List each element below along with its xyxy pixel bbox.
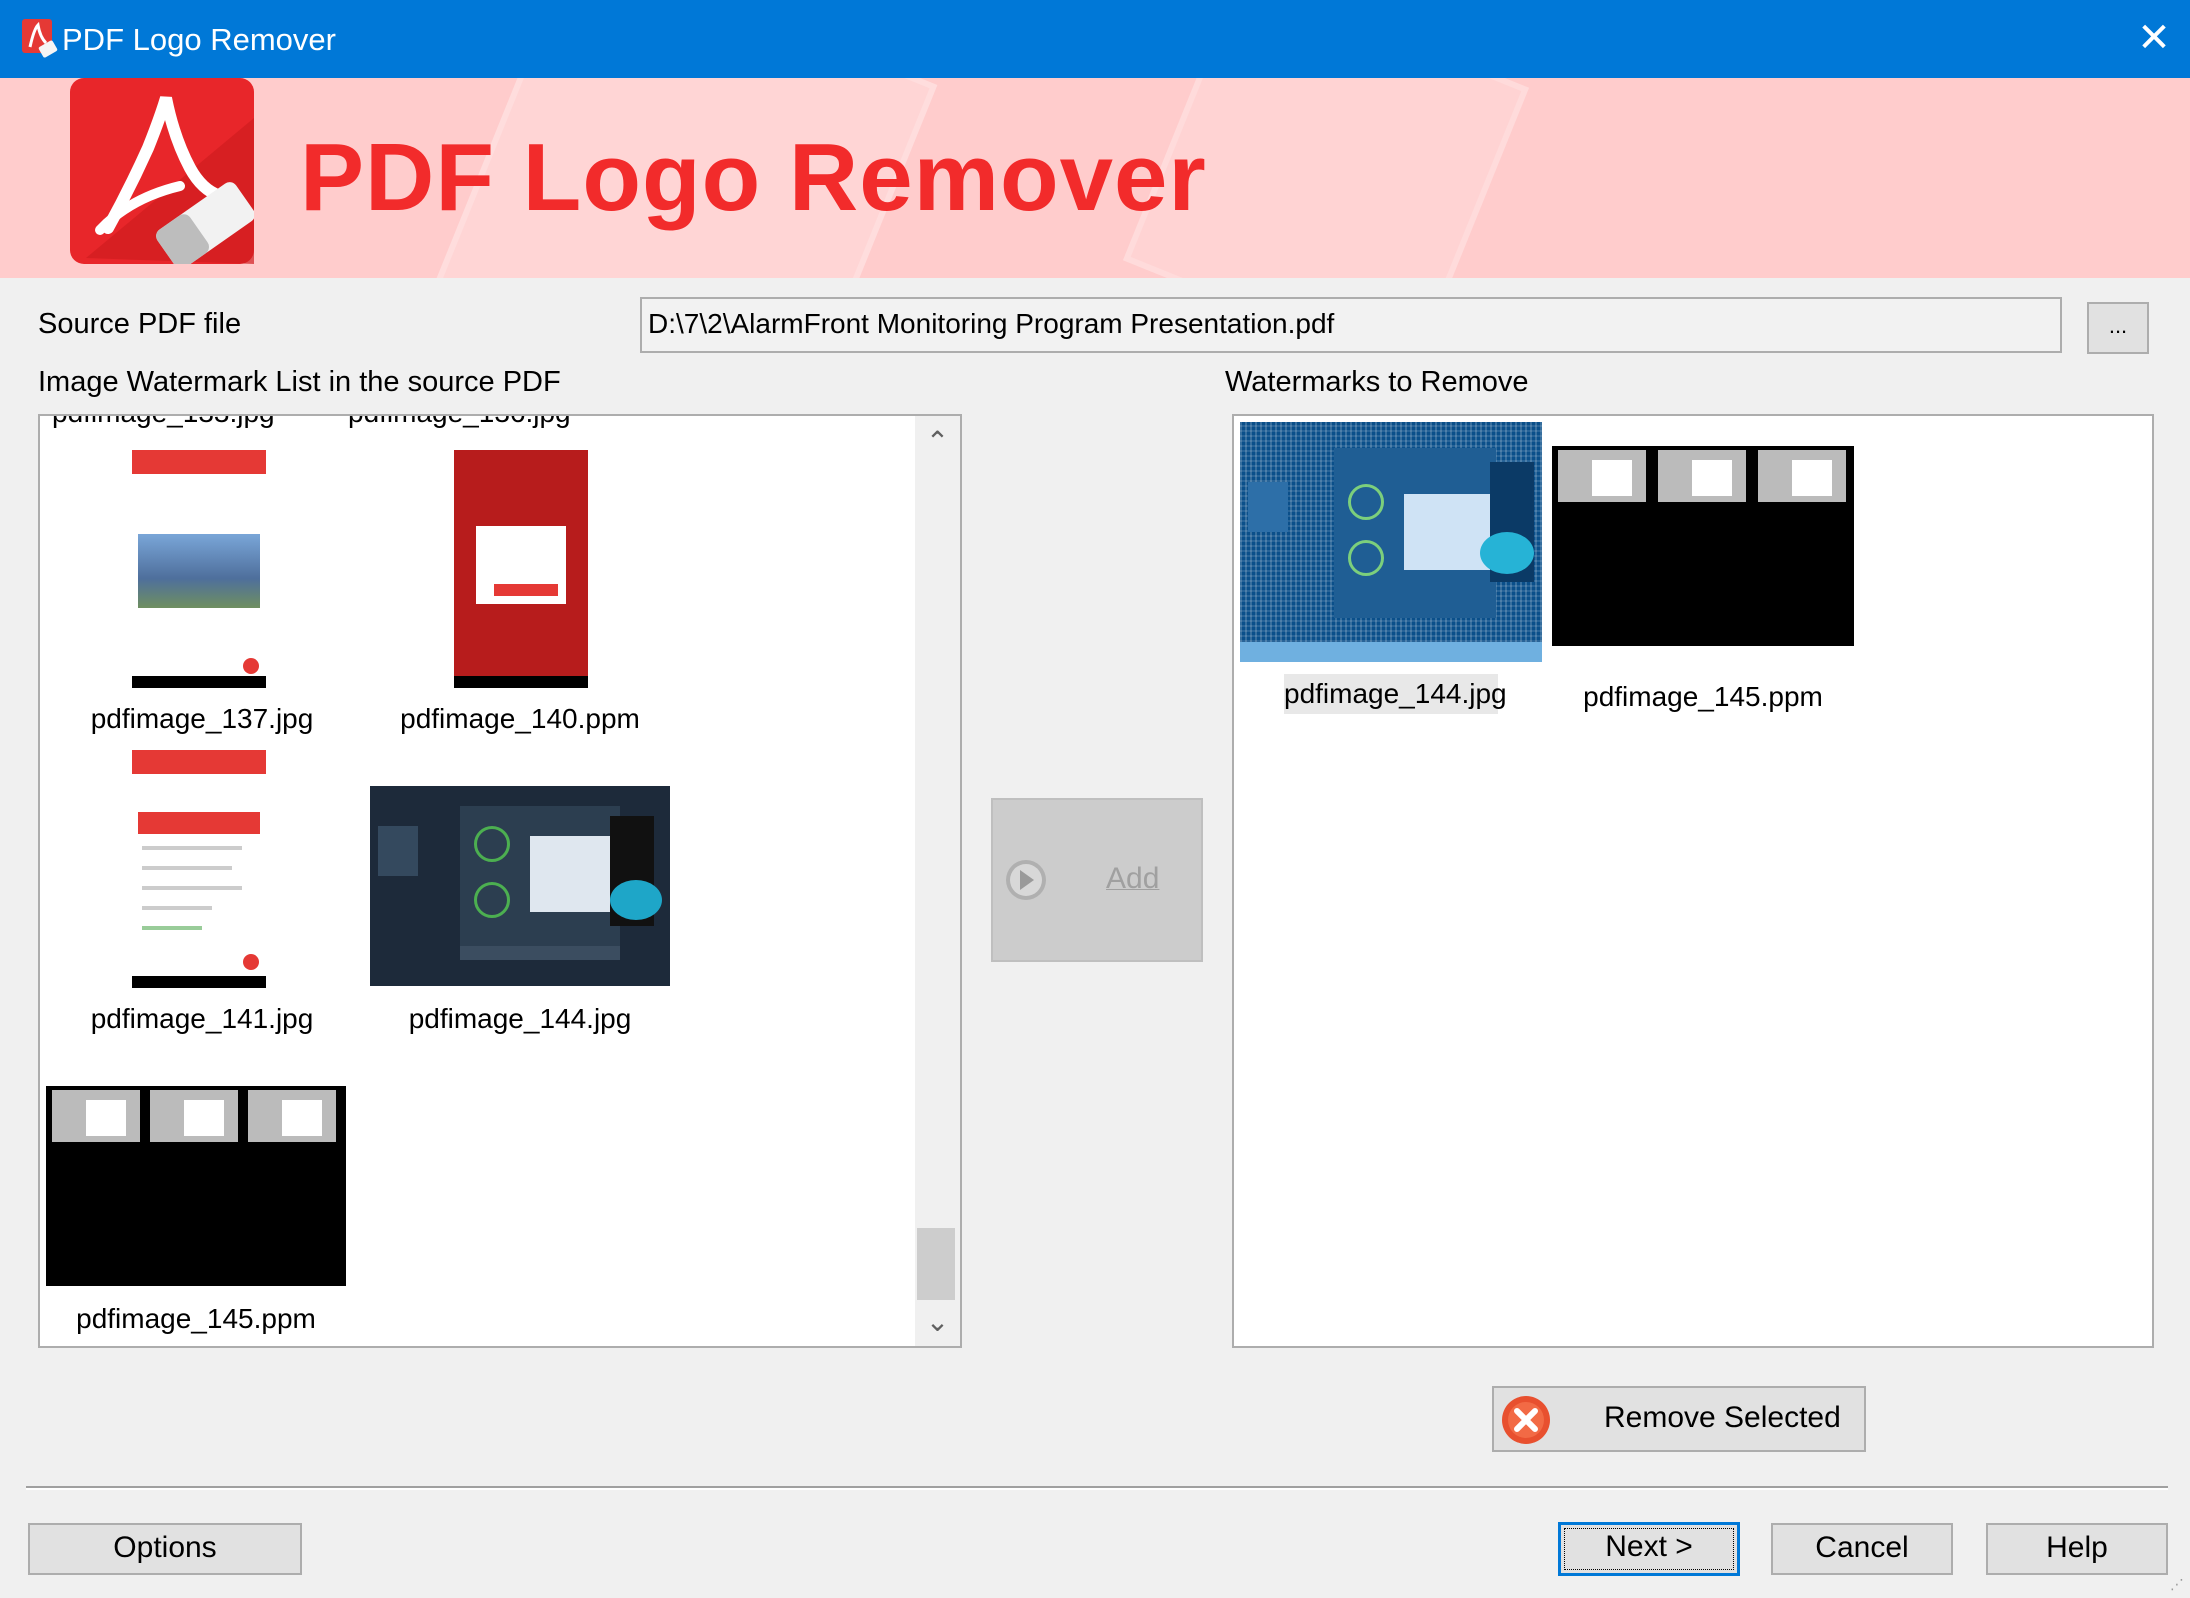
scrollbar-thumb[interactable]: [917, 1228, 955, 1300]
list-item-caption: pdfimage_137.jpg: [90, 703, 314, 734]
list-item-caption: pdfimage_141.jpg: [90, 1003, 314, 1034]
image-watermark-list[interactable]: pdfimage_133.jpg pdfimage_136.jpg pdfima…: [38, 414, 962, 1348]
watermarks-to-remove-label: Watermarks to Remove: [1225, 366, 1529, 398]
thumbnail-phone-list: [132, 750, 266, 988]
app-icon: [22, 19, 58, 58]
list-item[interactable]: pdfimage_140.ppm: [370, 450, 670, 740]
image-watermark-list-label: Image Watermark List in the source PDF: [38, 366, 561, 398]
list-item-caption: pdfimage_145.ppm: [76, 1303, 316, 1334]
window-title: PDF Logo Remover: [62, 22, 336, 57]
thumbnail-phone-house: [132, 450, 266, 688]
thumbnail-black-strip: [1552, 446, 1854, 646]
left-list-scrollbar[interactable]: [915, 416, 960, 1346]
list-item[interactable]: pdfimage_144.jpg: [1240, 422, 1542, 732]
pdf-eraser-logo: [70, 78, 254, 264]
thumbnail-network-diagram: [370, 786, 670, 986]
close-icon[interactable]: ✕: [2132, 16, 2176, 60]
resize-grip-icon[interactable]: ⋰: [2170, 1576, 2188, 1594]
arrow-right-circle-icon: [1006, 860, 1046, 900]
thumbnail-red-phone: [454, 450, 588, 688]
thumbnail-black-strip: [46, 1086, 346, 1286]
list-item-caption-cut: pdfimage_136.jpg: [348, 416, 571, 430]
list-item[interactable]: pdfimage_141.jpg: [52, 750, 352, 1040]
footer-separator: [26, 1486, 2168, 1490]
list-item-caption: pdfimage_140.ppm: [400, 703, 640, 734]
list-item[interactable]: pdfimage_145.ppm: [46, 1050, 346, 1340]
watermarks-to-remove-list[interactable]: pdfimage_144.jpg pdfimage_145.ppm: [1232, 414, 2154, 1348]
source-pdf-label: Source PDF file: [38, 308, 242, 340]
cancel-button[interactable]: Cancel: [1771, 1523, 1953, 1575]
banner-title: PDF Logo Remover: [300, 124, 1207, 231]
browse-button[interactable]: ...: [2087, 302, 2149, 354]
scroll-down-arrow-icon[interactable]: ⌄: [915, 1302, 960, 1342]
scroll-up-arrow-icon[interactable]: ⌃: [915, 422, 960, 462]
list-item-caption-cut: pdfimage_133.jpg: [52, 416, 275, 430]
list-item[interactable]: pdfimage_145.ppm: [1552, 422, 1854, 732]
help-button[interactable]: Help: [1986, 1523, 2168, 1575]
source-pdf-path-field[interactable]: D:\7\2\AlarmFront Monitoring Program Pre…: [640, 297, 2062, 353]
list-item-caption-selected: pdfimage_144.jpg: [1284, 674, 1507, 714]
remove-selected-label: Remove Selected: [1604, 1401, 1841, 1434]
remove-x-circle-icon: [1502, 1396, 1550, 1444]
list-item[interactable]: pdfimage_144.jpg: [370, 750, 670, 1040]
options-button[interactable]: Options: [28, 1523, 302, 1575]
add-button-label: Add: [1106, 862, 1160, 895]
focus-rectangle: [1564, 1528, 1734, 1570]
thumbnail-network-diagram: [1240, 422, 1542, 662]
list-item[interactable]: pdfimage_137.jpg: [52, 450, 352, 740]
list-item-caption: pdfimage_145.ppm: [1583, 681, 1823, 712]
list-item-caption: pdfimage_144.jpg: [408, 1003, 632, 1034]
